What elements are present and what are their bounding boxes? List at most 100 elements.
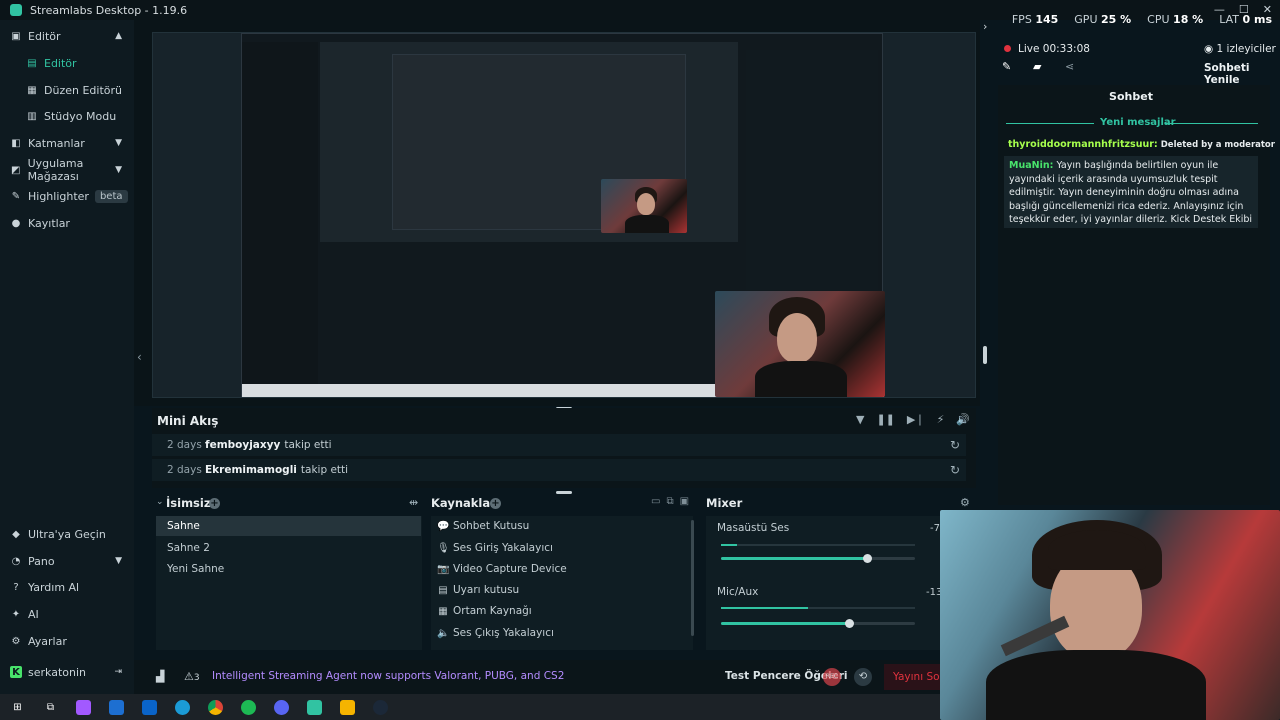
notice-text[interactable]: Intelligent Streaming Agent now supports…	[212, 670, 564, 682]
edit-stream-info-icon[interactable]: ✎	[1002, 60, 1011, 73]
edge-icon[interactable]	[175, 699, 190, 715]
chevron-down-icon: ▼	[115, 165, 122, 175]
logout-icon[interactable]: ⇥	[114, 667, 122, 677]
feed-resize-grip[interactable]	[556, 491, 572, 494]
sidebar-item-dashboard[interactable]: ◔ Pano ▼	[0, 549, 134, 573]
source-item[interactable]: 📷 Video Capture Device	[437, 559, 677, 579]
stats-icon[interactable]: ▟	[156, 670, 164, 683]
source-item[interactable]: 🎙 Ses Giriş Yakalayıcı	[437, 538, 677, 558]
group-icon[interactable]: ⧉	[666, 496, 679, 507]
stream-preview[interactable]	[152, 32, 976, 398]
sidebar-item-layers[interactable]: ◧ Katmanlar ▼	[0, 131, 134, 155]
sidebar-item-highlighter[interactable]: ✎ Highlighter beta	[0, 184, 134, 208]
add-source-button[interactable]: +	[490, 498, 501, 509]
sidebar-item-editor[interactable]: ▤ Editör	[0, 51, 134, 75]
volume-knob[interactable]	[862, 554, 872, 563]
store-app-icon[interactable]	[109, 699, 124, 715]
speaker-icon: 🔈	[437, 627, 450, 639]
window-title: Streamlabs Desktop - 1.19.6	[30, 3, 188, 17]
collapse-panel-icon[interactable]: ⇹	[409, 496, 418, 509]
share-icon[interactable]: ⋖	[1065, 60, 1074, 73]
panel-resize-handle[interactable]	[983, 346, 987, 364]
figma-icon[interactable]	[76, 699, 91, 715]
streamlabs-taskbar-icon[interactable]	[307, 699, 322, 715]
sidebar-item-label: Highlighter	[28, 189, 89, 203]
microphone-icon: 🎙	[437, 542, 450, 554]
steam-icon[interactable]	[373, 699, 388, 715]
viewer-count-text: 1 izleyiciler	[1216, 43, 1276, 55]
task-view-icon[interactable]: ⧉	[43, 700, 58, 715]
notification-icon[interactable]: ⚠3	[184, 670, 200, 683]
clip-icon[interactable]: ▰	[1033, 60, 1041, 73]
sidebar-item-help[interactable]: ? Yardım Al	[0, 575, 134, 599]
sidebar-item-ai[interactable]: ✦ AI	[0, 602, 134, 626]
volume-slider[interactable]	[721, 619, 915, 628]
feed-time: 2 days	[167, 439, 202, 451]
audio-level-meter	[721, 607, 915, 609]
mixer-settings-icon[interactable]: ⚙	[960, 496, 970, 509]
sidebar-item-app-store[interactable]: ◩ Uygulama Mağazası ▼	[0, 157, 134, 183]
volume-knob[interactable]	[845, 619, 855, 628]
chevron-down-icon[interactable]: ⌄	[156, 497, 164, 507]
feed-row: 2 days Ekremimamogli takip etti ↻	[152, 459, 966, 481]
source-item[interactable]: ▤ Uyarı kutusu	[437, 580, 677, 600]
sidebar-item-account[interactable]: K serkatonin ⇥	[0, 660, 134, 684]
chat-username[interactable]: MuaNin:	[1009, 160, 1053, 171]
sidebar-item-label: Düzen Editörü	[44, 83, 122, 97]
add-scene-button[interactable]: +	[209, 498, 220, 509]
spotify-icon[interactable]	[241, 699, 256, 715]
app-icon[interactable]	[340, 699, 355, 715]
mixer-panel	[706, 516, 942, 650]
scenes-title: İsimsiz	[166, 496, 211, 510]
sidebar-item-label: Editör	[44, 56, 77, 70]
sidebar-item-layout-editor[interactable]: ▦ Düzen Editörü	[0, 78, 134, 102]
source-item[interactable]: ▦ Ortam Kaynağı	[437, 601, 677, 621]
sidebar-item-settings[interactable]: ⚙ Ayarlar	[0, 629, 134, 653]
sidebar-item-studio-mode[interactable]: ▥ Stüdyo Modu	[0, 104, 134, 128]
chrome-icon[interactable]	[208, 699, 223, 715]
skip-icon[interactable]: ▶❘	[907, 413, 925, 426]
sidebar-item-label: Katmanlar	[28, 136, 85, 150]
editor-icon: ▤	[27, 57, 37, 69]
feed-row: 2 days femboyjaxyy takip etti ↻	[152, 434, 966, 456]
scene-item[interactable]: Sahne 2	[156, 538, 421, 558]
sidebar-item-ultra[interactable]: ◆ Ultra'ya Geçin	[0, 522, 134, 546]
webcam-overlay	[940, 510, 1280, 720]
chat-username[interactable]: thyroiddoormannhfritzsuur:	[1008, 139, 1158, 150]
feed-time: 2 days	[167, 464, 202, 476]
chevron-left-icon[interactable]: ‹	[137, 350, 142, 364]
replay-alert-icon[interactable]: ↻	[950, 463, 960, 477]
replay-buffer-button[interactable]: ⟲	[854, 668, 872, 686]
windows-start-icon[interactable]: ⊞	[10, 700, 25, 715]
mute-alerts-icon[interactable]: ⚡	[937, 413, 945, 426]
sources-scrollbar[interactable]	[691, 520, 694, 636]
beta-badge: beta	[94, 189, 128, 203]
scene-item[interactable]: Yeni Sahne	[156, 559, 421, 579]
mini-feed-controls: ▼ ❚❚ ▶❘ ⚡ 🔊	[856, 413, 970, 426]
sidebar-item-recordings[interactable]: ● Kayıtlar	[0, 211, 134, 235]
fps-stat: FPS 145	[1011, 13, 1059, 26]
pause-icon[interactable]: ❚❚	[876, 413, 894, 426]
discord-icon[interactable]	[274, 699, 289, 715]
layout-icon: ▦	[27, 84, 37, 96]
source-item[interactable]: 🔈 Ses Çıkış Yakalayıcı	[437, 623, 677, 643]
dashboard-icon: ◔	[11, 555, 21, 567]
highlighter-icon: ✎	[11, 190, 21, 202]
sidebar-item-editor-group[interactable]: ▣ Editör ▲	[0, 24, 134, 48]
outlook-icon[interactable]	[142, 699, 157, 715]
replay-alert-icon[interactable]: ↻	[950, 438, 960, 452]
record-button[interactable]: REC	[823, 668, 841, 686]
alert-box-icon: ▤	[438, 584, 448, 596]
volume-slider[interactable]	[721, 554, 915, 563]
folder-icon[interactable]: ▭	[651, 496, 666, 507]
volume-icon[interactable]: 🔊	[956, 413, 970, 426]
source-item[interactable]: 💬 Sohbet Kutusu	[437, 516, 677, 536]
refresh-chat-button[interactable]: Sohbeti Yenile	[1204, 62, 1280, 86]
sidebar-item-label: AI	[28, 607, 39, 621]
add-folder-icon[interactable]: ▣	[680, 496, 695, 507]
filter-icon[interactable]: ▼	[856, 413, 864, 426]
scene-item[interactable]: Sahne	[156, 516, 421, 536]
mini-feed-title: Mini Akış	[157, 414, 219, 428]
audio-level-fill	[721, 607, 809, 609]
end-stream-button[interactable]: Yayını Sonlandır	[884, 664, 944, 690]
